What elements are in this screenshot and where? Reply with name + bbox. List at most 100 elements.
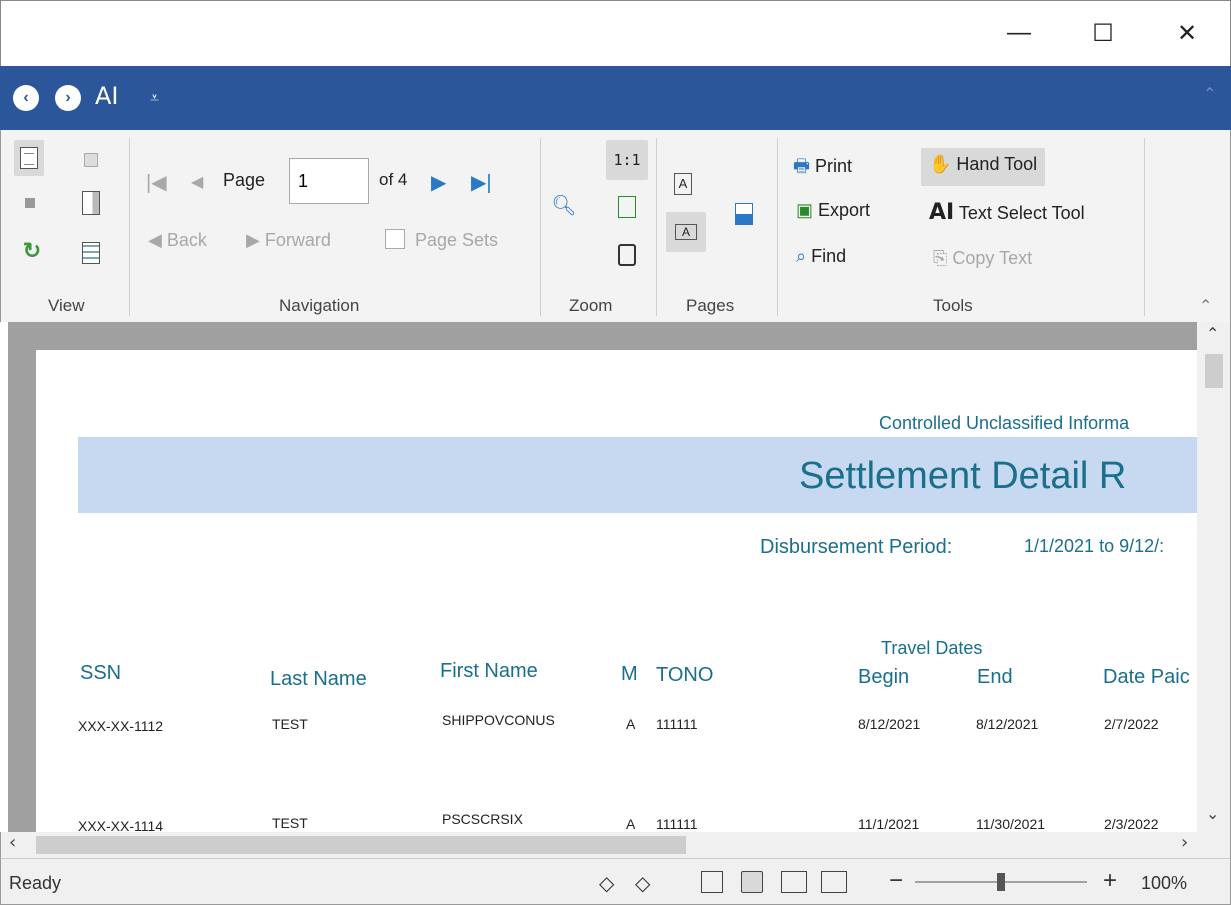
close-icon: ✕ — [1176, 19, 1198, 47]
multipage-icon — [82, 242, 100, 264]
period-value: 1/1/2021 to 9/12/: — [1024, 536, 1165, 556]
document-icon — [20, 147, 38, 169]
hand-tool-button[interactable]: ✋ Hand Tool — [921, 148, 1046, 186]
page-mode-button[interactable]: A — [671, 170, 695, 198]
continuous-view-icon[interactable] — [741, 871, 763, 893]
zoom-slider-thumb[interactable] — [997, 873, 1005, 891]
horizontal-scrollbar[interactable]: ‹ › — [0, 832, 1197, 858]
zoom-percent: 100% — [1141, 873, 1188, 893]
zoom-group-label: Zoom — [569, 296, 613, 315]
collapse-ribbon-icon[interactable]: ⌃ — [1203, 84, 1216, 103]
zoom-in-button[interactable]: + — [1103, 867, 1117, 895]
title-bar: — ☐ ✕ — [0, 0, 1231, 66]
single-page-view-icon[interactable] — [701, 871, 723, 893]
table-cell: 11/1/2021 — [858, 816, 920, 832]
text-select-tool-button[interactable]: AI Text Select Tool — [929, 200, 1085, 225]
horizontal-scroll-thumb[interactable] — [36, 836, 686, 854]
zoom-out-button[interactable]: − — [889, 867, 903, 895]
scroll-right-icon[interactable]: › — [1181, 832, 1188, 853]
table-cell: 11/30/2021 — [976, 816, 1046, 832]
actual-size-label: 1:1 — [613, 151, 641, 169]
forward-circle-icon[interactable]: › — [55, 85, 81, 111]
minimize-icon: — — [1007, 19, 1031, 46]
back-button[interactable]: ◀ Back — [148, 230, 207, 251]
thumbnails-button[interactable] — [79, 148, 103, 172]
stop-button[interactable] — [21, 194, 39, 212]
print-button[interactable]: 🖶 Print — [793, 154, 852, 184]
last-page-button[interactable]: ▶| — [471, 170, 492, 195]
status-bar: Ready ◇ ◇ − + 100% — [0, 858, 1231, 905]
export-icon: ▣ — [796, 200, 819, 220]
maximize-button[interactable]: ☐ — [1083, 15, 1123, 51]
previous-page-button[interactable]: ◀ — [191, 172, 203, 192]
report-title: Settlement Detail R — [799, 455, 1127, 497]
ribbon-separator — [777, 138, 778, 316]
ribbon-separator — [129, 138, 130, 316]
classification-label: Controlled Unclassified Informa — [879, 413, 1130, 433]
page-layout-button[interactable]: A — [666, 212, 706, 252]
scroll-down-icon[interactable]: ⌄ — [1206, 804, 1219, 823]
scroll-corner — [1197, 832, 1231, 858]
zoom-button[interactable]: 🔍︎ — [549, 190, 579, 220]
single-page-button[interactable] — [14, 140, 44, 176]
minimize-button[interactable]: — — [999, 15, 1039, 51]
table-cell: 111111 — [656, 716, 698, 732]
zoom-slider[interactable] — [911, 867, 1091, 897]
previous-diamond-icon[interactable]: ◇ — [599, 871, 614, 896]
forward-label: Forward — [264, 230, 331, 250]
collapse-ribbon-button[interactable]: ⌃ — [1199, 296, 1212, 316]
table-cell: TEST — [272, 815, 308, 831]
ribbon: ↻ View |◀ ◀ Page of 4 ▶ ▶| ◀ Back ▶ Forw… — [0, 130, 1231, 322]
multipage-button[interactable] — [79, 240, 103, 266]
vertical-scroll-thumb[interactable] — [1205, 354, 1223, 388]
table-cell: 2/3/2022 — [1104, 816, 1159, 832]
scroll-left-icon[interactable]: ‹ — [9, 832, 16, 853]
tools-group-label: Tools — [933, 296, 973, 315]
stop-icon — [25, 198, 35, 208]
refresh-button[interactable]: ↻ — [19, 238, 45, 264]
hand-icon: ✋ — [929, 154, 957, 174]
table-cell: XXX-XX-1114 — [78, 818, 164, 832]
column-header-ssn: SSN — [80, 662, 122, 684]
next-diamond-icon[interactable]: ◇ — [635, 871, 650, 896]
text-select-label: Text Select Tool — [958, 203, 1085, 223]
multi-page-view-icon[interactable] — [821, 871, 847, 893]
back-circle-icon[interactable]: ‹ — [13, 85, 39, 111]
ribbon-separator — [656, 138, 657, 316]
column-header-first-name: First Name — [440, 660, 538, 682]
fit-width-button[interactable] — [613, 192, 641, 222]
page-sets-checkbox[interactable] — [385, 229, 405, 249]
table-cell: 8/12/2021 — [976, 716, 1039, 732]
customize-toolbar-icon[interactable]: ⩡ — [150, 88, 159, 108]
whole-page-icon — [618, 244, 636, 266]
page-label: Page — [223, 170, 266, 190]
find-label: Find — [811, 246, 847, 266]
next-page-button[interactable]: ▶ — [431, 170, 446, 195]
vertical-scrollbar[interactable]: ⌃ ⌄ — [1197, 322, 1231, 832]
refresh-icon: ↻ — [22, 238, 42, 263]
ribbon-separator — [540, 138, 541, 316]
actual-size-button[interactable]: 1:1 — [606, 140, 648, 180]
page-number-input[interactable] — [289, 158, 369, 204]
whole-page-button[interactable] — [613, 240, 641, 270]
page-setup-button[interactable] — [731, 200, 757, 228]
first-page-button[interactable]: |◀ — [146, 170, 167, 195]
close-button[interactable]: ✕ — [1167, 15, 1207, 51]
forward-button[interactable]: ▶ Forward — [246, 230, 331, 251]
two-page-view-icon[interactable] — [781, 871, 807, 893]
document-viewer[interactable]: Controlled Unclassified Informa Settleme… — [8, 322, 1197, 832]
find-button[interactable]: ⌕ Find — [796, 246, 846, 267]
sidebar-button[interactable] — [79, 188, 103, 218]
page-print-icon — [735, 203, 753, 225]
hand-tool-label: Hand Tool — [956, 154, 1038, 174]
text-select-quick-button[interactable]: AI — [95, 82, 119, 110]
find-icon: ⌕ — [796, 246, 812, 266]
back-icon: ◀ — [148, 230, 167, 250]
travel-dates-label: Travel Dates — [881, 638, 983, 658]
copy-text-button[interactable]: ⎘ Copy Text — [933, 248, 1032, 269]
quick-access-toolbar: ‹ › AI ⩡ ⌃ — [0, 66, 1231, 130]
scroll-up-icon[interactable]: ⌃ — [1206, 324, 1219, 343]
printer-icon: 🖶 — [793, 156, 815, 176]
export-button[interactable]: ▣ Export — [796, 200, 870, 221]
zoom-magnifier-icon: 🔍︎ — [551, 194, 577, 217]
